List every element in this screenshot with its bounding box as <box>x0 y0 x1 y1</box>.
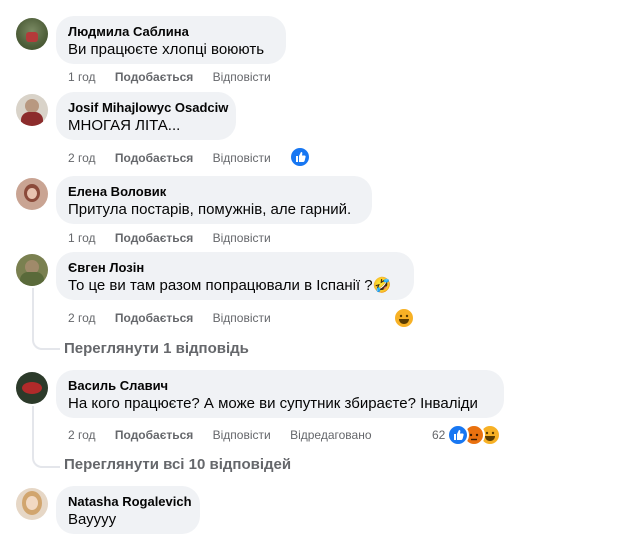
avatar[interactable] <box>16 94 48 126</box>
comment-actions: 2 год Подобається Відповісти <box>68 150 287 166</box>
thread-elbow <box>32 334 60 350</box>
comment-bubble: Natasha Rogalevich Вауууу <box>56 486 200 534</box>
thread-elbow <box>32 452 60 468</box>
thread-line <box>32 406 34 454</box>
like-button[interactable]: Подобається <box>115 310 193 326</box>
reply-button[interactable]: Відповісти <box>213 69 271 85</box>
comment-text: МНОГАЯ ЛІТА... <box>68 117 181 134</box>
comment-text: Притула постарів, помужнів, але гарний. <box>68 201 352 218</box>
comment-time[interactable]: 2 год <box>68 310 96 326</box>
comment-text: На кого працюєте? А може ви супутник зби… <box>68 395 478 412</box>
comment-bubble: Елена Воловик Притула постарів, помужнів… <box>56 176 372 224</box>
comment-time[interactable]: 2 год <box>68 427 96 443</box>
avatar[interactable] <box>16 372 48 404</box>
like-button[interactable]: Подобається <box>115 150 193 166</box>
like-button[interactable]: Подобається <box>115 69 193 85</box>
comment-author[interactable]: Василь Славич <box>68 378 492 394</box>
comment-author[interactable]: Natasha Rogalevich <box>68 494 192 510</box>
comment-author[interactable]: Josif Mihajlowyc Osadciw <box>68 100 228 116</box>
like-button[interactable]: Подобається <box>115 230 193 246</box>
reply-button[interactable]: Відповісти <box>213 310 271 326</box>
comment-author[interactable]: Елена Воловик <box>68 184 360 200</box>
view-replies-link[interactable]: Переглянути 1 відповідь <box>64 340 249 357</box>
view-replies-link[interactable]: Переглянути всі 10 відповідей <box>64 456 291 473</box>
like-reaction-icon[interactable] <box>447 424 469 446</box>
avatar[interactable] <box>16 18 48 50</box>
haha-reaction-icon[interactable] <box>393 307 415 329</box>
thread-line <box>32 288 34 336</box>
comment-actions: 2 год Подобається Відповісти Відредагова… <box>68 427 388 443</box>
avatar[interactable] <box>16 254 48 286</box>
comment-author[interactable]: Євген Лозін <box>68 260 402 276</box>
comment-time[interactable]: 1 год <box>68 69 96 85</box>
like-button[interactable]: Подобається <box>115 427 193 443</box>
like-reaction-icon[interactable] <box>289 146 311 168</box>
comment-bubble: Євген Лозін То це ви там разом попрацюва… <box>56 252 414 300</box>
comment-author[interactable]: Людмила Саблина <box>68 24 274 40</box>
comment-time[interactable]: 2 год <box>68 150 96 166</box>
comment-time[interactable]: 1 год <box>68 230 96 246</box>
comment-actions: 1 год Подобається Відповісти <box>68 69 287 85</box>
reaction-count[interactable]: 62 <box>432 428 445 442</box>
avatar[interactable] <box>16 488 48 520</box>
reply-button[interactable]: Відповісти <box>213 230 271 246</box>
comment-bubble: Josif Mihajlowyc Osadciw МНОГАЯ ЛІТА... <box>56 92 236 140</box>
comment-actions: 2 год Подобається Відповісти <box>68 310 287 326</box>
reply-button[interactable]: Відповісти <box>213 150 271 166</box>
comment-text: То це ви там разом попрацювали в Іспанії… <box>68 277 392 294</box>
cut-off-actions-top <box>68 0 268 2</box>
comment-text: Вауууу <box>68 511 117 528</box>
reply-button[interactable]: Відповісти <box>213 427 271 443</box>
avatar[interactable] <box>16 178 48 210</box>
edited-label: Відредаговано <box>290 428 372 442</box>
comment-actions: 1 год Подобається Відповісти <box>68 230 287 246</box>
comment-bubble: Василь Славич На кого працюєте? А може в… <box>56 370 504 418</box>
comment-text: Ви працюєте хлопці воюють <box>68 41 265 58</box>
comment-bubble: Людмила Саблина Ви працюєте хлопці воюют… <box>56 16 286 64</box>
